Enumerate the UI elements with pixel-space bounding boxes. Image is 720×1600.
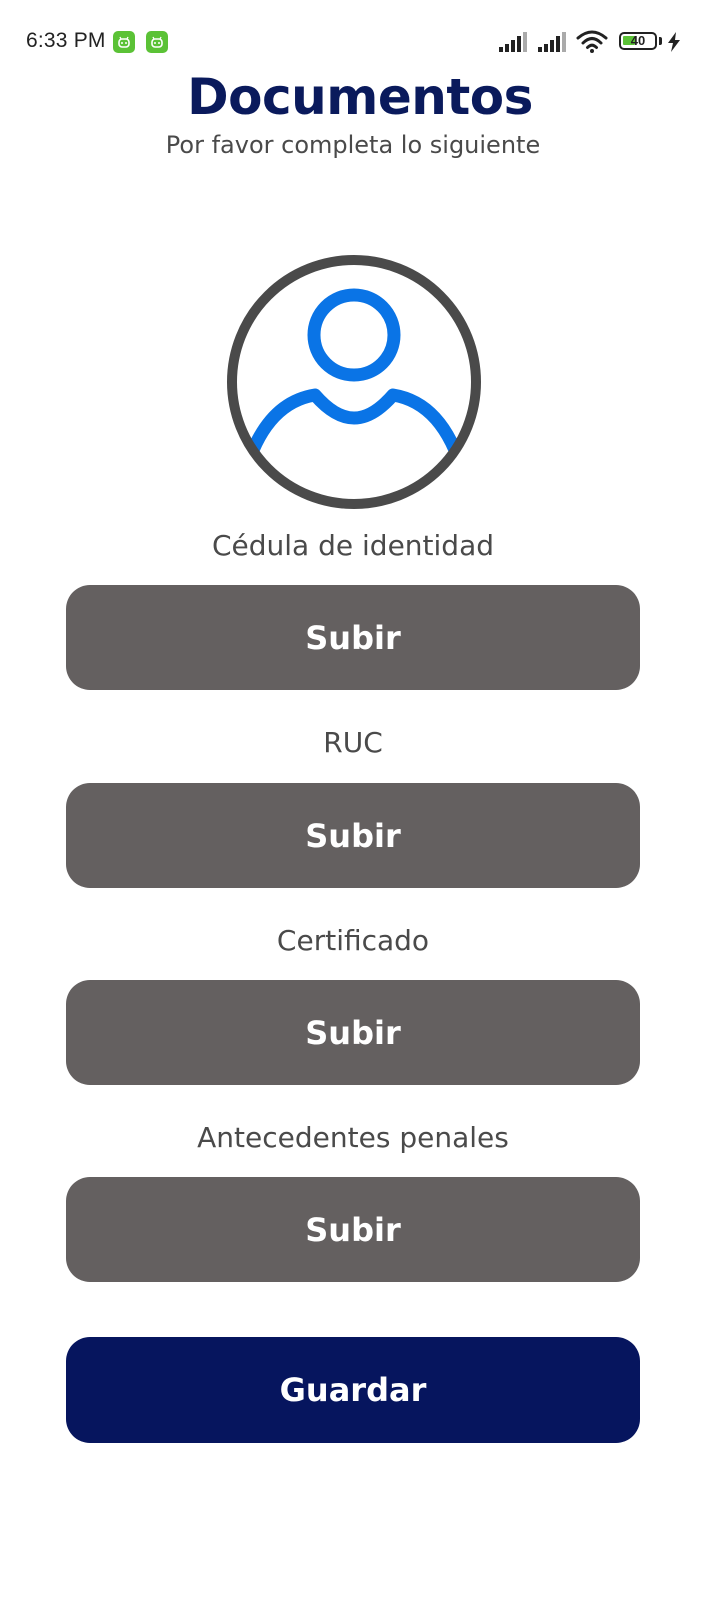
upload-antecedentes-button[interactable]: Subir — [66, 1177, 640, 1282]
battery-level: 40 — [630, 33, 646, 48]
battery-cap — [659, 37, 662, 45]
doc-label-ruc: RUC — [323, 726, 383, 759]
android-robot-icon — [146, 31, 168, 53]
page-title: Documentos — [187, 68, 533, 126]
battery-icon: 40 — [619, 32, 657, 50]
signal-icon — [537, 32, 569, 56]
upload-certificado-button[interactable]: Subir — [66, 980, 640, 1085]
upload-ruc-button[interactable]: Subir — [66, 783, 640, 888]
android-robot-icon — [113, 31, 135, 53]
page-subtitle: Por favor completa lo siguiente — [165, 131, 541, 159]
doc-label-certificado: Certificado — [276, 924, 430, 957]
charging-icon — [667, 32, 681, 56]
save-button[interactable]: Guardar — [66, 1337, 640, 1443]
signal-icon — [498, 32, 530, 56]
wifi-icon — [576, 29, 608, 57]
user-avatar-icon[interactable] — [225, 253, 483, 511]
doc-label-cedula: Cédula de identidad — [211, 529, 495, 562]
status-time: 6:33 PM — [26, 29, 106, 52]
upload-cedula-button[interactable]: Subir — [66, 585, 640, 690]
doc-label-antecedentes: Antecedentes penales — [197, 1121, 509, 1154]
